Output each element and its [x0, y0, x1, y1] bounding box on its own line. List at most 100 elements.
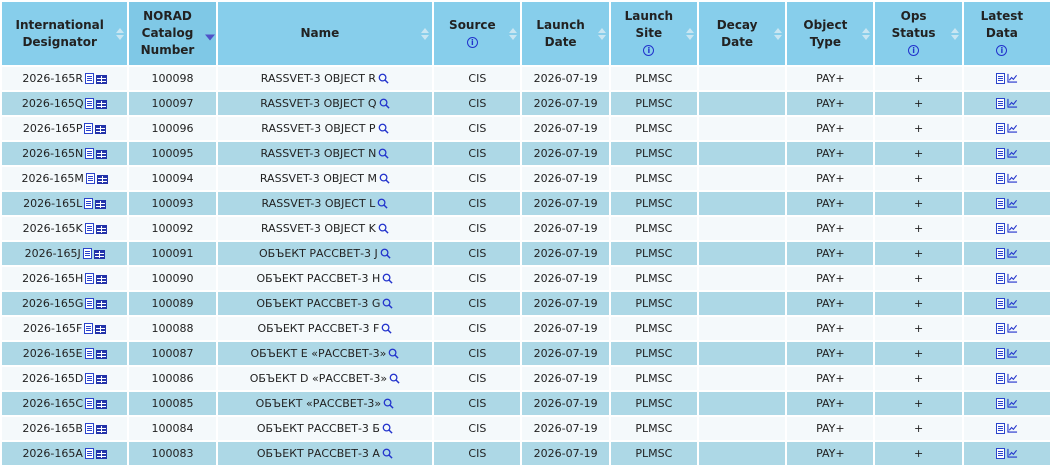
- chart-icon[interactable]: [1007, 98, 1018, 108]
- chart-icon[interactable]: [1007, 198, 1018, 208]
- header-launch-site[interactable]: Launch Site i: [610, 2, 697, 65]
- sort-icon[interactable]: [862, 26, 871, 42]
- table-icon[interactable]: [96, 100, 108, 109]
- document-icon[interactable]: [995, 298, 1005, 309]
- document-icon[interactable]: [84, 423, 94, 434]
- document-icon[interactable]: [995, 173, 1005, 184]
- document-icon[interactable]: [84, 73, 94, 84]
- search-icon[interactable]: [378, 223, 389, 234]
- header-ops-status[interactable]: Ops Status i: [875, 2, 962, 65]
- document-icon[interactable]: [85, 373, 95, 384]
- table-icon[interactable]: [95, 350, 107, 359]
- sort-icon[interactable]: [597, 26, 606, 42]
- document-icon[interactable]: [995, 73, 1005, 84]
- info-icon[interactable]: i: [466, 36, 478, 48]
- table-icon[interactable]: [96, 150, 108, 159]
- sort-icon[interactable]: [421, 26, 430, 42]
- search-icon[interactable]: [381, 323, 392, 334]
- document-icon[interactable]: [995, 248, 1005, 259]
- chart-icon[interactable]: [1007, 373, 1018, 383]
- sort-descending-icon[interactable]: [204, 25, 215, 42]
- document-icon[interactable]: [995, 223, 1005, 234]
- document-icon[interactable]: [995, 148, 1005, 159]
- sort-icon[interactable]: [774, 26, 783, 42]
- table-icon[interactable]: [95, 450, 107, 459]
- search-icon[interactable]: [378, 73, 389, 84]
- search-icon[interactable]: [377, 198, 388, 209]
- chart-icon[interactable]: [1007, 123, 1018, 133]
- chart-icon[interactable]: [1007, 448, 1018, 458]
- header-source[interactable]: Source i: [434, 2, 521, 65]
- search-icon[interactable]: [383, 398, 394, 409]
- chart-icon[interactable]: [1007, 298, 1018, 308]
- table-icon[interactable]: [95, 425, 107, 434]
- document-icon[interactable]: [995, 273, 1005, 284]
- info-icon[interactable]: i: [996, 45, 1008, 56]
- header-norad-catalog-number[interactable]: NORAD Catalog Number: [129, 2, 216, 65]
- document-icon[interactable]: [84, 448, 94, 459]
- chart-icon[interactable]: [1007, 423, 1018, 433]
- search-icon[interactable]: [382, 448, 393, 459]
- document-icon[interactable]: [84, 223, 94, 234]
- sort-icon[interactable]: [950, 26, 959, 42]
- search-icon[interactable]: [378, 123, 389, 134]
- sort-icon[interactable]: [685, 26, 694, 42]
- document-icon[interactable]: [85, 298, 95, 309]
- document-icon[interactable]: [995, 123, 1005, 134]
- table-icon[interactable]: [95, 125, 107, 134]
- header-object-type[interactable]: Object Type: [787, 2, 874, 65]
- search-icon[interactable]: [388, 348, 399, 359]
- document-icon[interactable]: [82, 248, 92, 259]
- table-icon[interactable]: [96, 400, 107, 409]
- header-launch-date[interactable]: Launch Date: [522, 2, 609, 65]
- table-icon[interactable]: [96, 175, 108, 184]
- search-icon[interactable]: [380, 248, 391, 259]
- chart-icon[interactable]: [1007, 323, 1018, 333]
- document-icon[interactable]: [84, 348, 94, 359]
- header-international-designator[interactable]: International Designator: [2, 2, 128, 65]
- table-icon[interactable]: [95, 225, 107, 234]
- chart-icon[interactable]: [1007, 248, 1018, 258]
- search-icon[interactable]: [378, 148, 389, 159]
- chart-icon[interactable]: [1007, 148, 1018, 158]
- document-icon[interactable]: [85, 98, 95, 109]
- document-icon[interactable]: [995, 198, 1005, 209]
- search-icon[interactable]: [382, 298, 394, 309]
- document-icon[interactable]: [85, 273, 95, 284]
- search-icon[interactable]: [389, 373, 400, 384]
- chart-icon[interactable]: [1007, 273, 1018, 283]
- document-icon[interactable]: [84, 323, 94, 334]
- document-icon[interactable]: [85, 173, 95, 184]
- search-icon[interactable]: [379, 98, 390, 109]
- search-icon[interactable]: [382, 273, 393, 284]
- table-icon[interactable]: [96, 275, 108, 284]
- search-icon[interactable]: [379, 173, 390, 184]
- table-icon[interactable]: [95, 75, 107, 84]
- search-icon[interactable]: [382, 423, 393, 434]
- document-icon[interactable]: [84, 123, 94, 134]
- document-icon[interactable]: [995, 348, 1005, 359]
- chart-icon[interactable]: [1007, 173, 1018, 183]
- table-icon[interactable]: [93, 250, 105, 259]
- chart-icon[interactable]: [1007, 223, 1018, 233]
- table-icon[interactable]: [96, 375, 108, 384]
- table-icon[interactable]: [95, 200, 107, 209]
- info-icon[interactable]: i: [908, 45, 920, 56]
- header-name[interactable]: Name: [217, 2, 433, 65]
- document-icon[interactable]: [995, 323, 1005, 334]
- info-icon[interactable]: i: [643, 45, 655, 56]
- chart-icon[interactable]: [1007, 73, 1018, 83]
- chart-icon[interactable]: [1007, 398, 1018, 408]
- document-icon[interactable]: [85, 398, 94, 409]
- document-icon[interactable]: [995, 423, 1005, 434]
- document-icon[interactable]: [995, 98, 1005, 109]
- document-icon[interactable]: [84, 198, 94, 209]
- sort-icon[interactable]: [509, 26, 518, 42]
- document-icon[interactable]: [995, 373, 1005, 384]
- document-icon[interactable]: [995, 448, 1005, 459]
- document-icon[interactable]: [995, 398, 1005, 409]
- header-decay-date[interactable]: Decay Date: [698, 2, 786, 65]
- table-icon[interactable]: [96, 300, 108, 309]
- document-icon[interactable]: [85, 148, 95, 159]
- chart-icon[interactable]: [1007, 348, 1018, 358]
